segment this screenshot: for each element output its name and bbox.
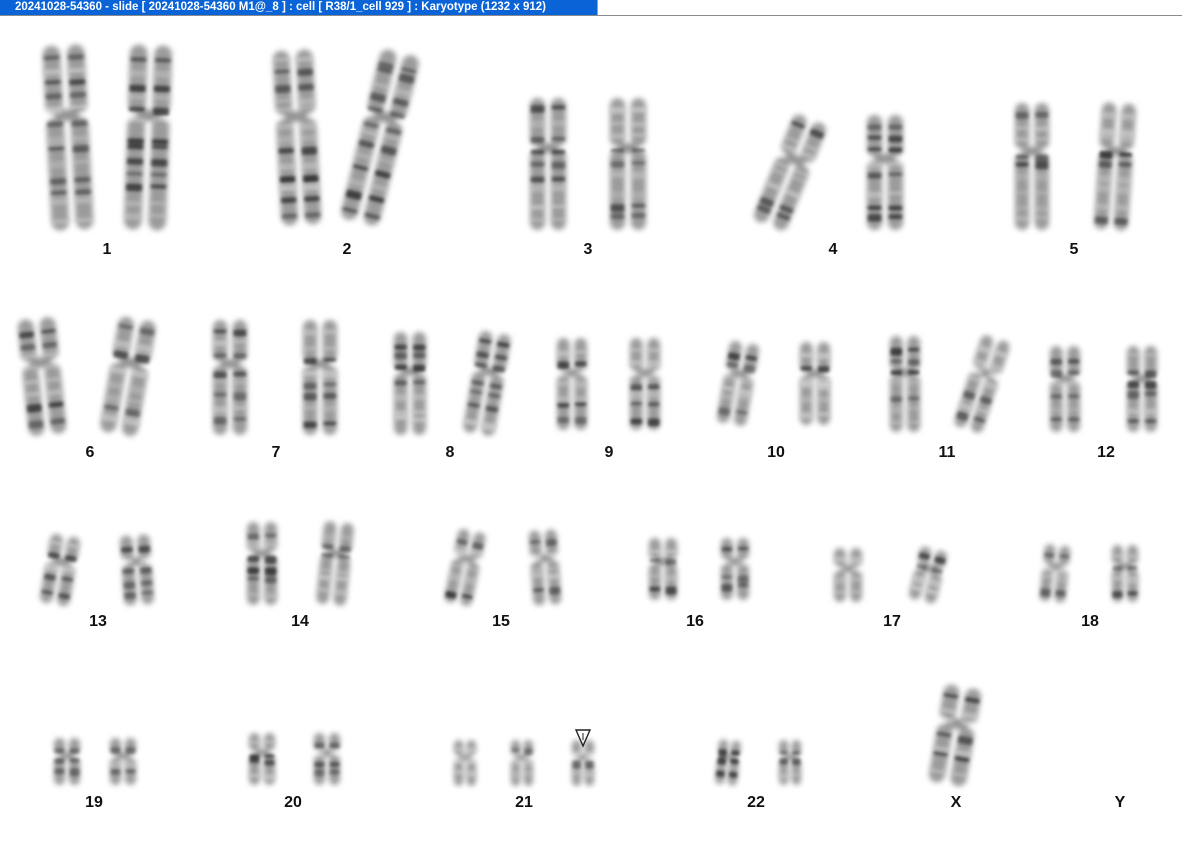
chromosome-label-4: 4 bbox=[829, 241, 838, 258]
chromosome-22-2 bbox=[779, 740, 801, 785]
chromosome-4-2 bbox=[867, 115, 903, 230]
chromosome-11-2 bbox=[954, 335, 1010, 433]
chromosome-label-13: 13 bbox=[89, 613, 107, 630]
chromosome-label-9: 9 bbox=[605, 444, 614, 461]
chromosome-label-y: Y bbox=[1115, 794, 1126, 811]
chromosome-18-1 bbox=[1039, 544, 1071, 603]
chromosome-16-2 bbox=[721, 538, 749, 600]
chromosome-7-2 bbox=[303, 320, 337, 435]
chromosome-14-2 bbox=[316, 521, 354, 606]
chromosome-label-1: 1 bbox=[103, 241, 112, 258]
chromosome-13-1 bbox=[40, 533, 80, 607]
chromosome-10-1 bbox=[717, 341, 759, 426]
chromosome-label-x: X bbox=[951, 794, 962, 811]
chromosome-label-6: 6 bbox=[86, 444, 95, 461]
chromosome-label-10: 10 bbox=[767, 444, 785, 461]
chromosome-9-2 bbox=[630, 338, 660, 430]
chromosome-15-1 bbox=[444, 529, 486, 606]
chromosome-label-7: 7 bbox=[272, 444, 281, 461]
chromosome-18-2 bbox=[1112, 545, 1138, 602]
chromosome-label-16: 16 bbox=[686, 613, 704, 630]
chromosome-3-2 bbox=[610, 98, 646, 230]
chromosome-22-1 bbox=[715, 739, 741, 786]
chromosome-9-1 bbox=[557, 338, 587, 430]
chromosome-label-22: 22 bbox=[747, 794, 765, 811]
chromosome-x-1 bbox=[928, 684, 982, 787]
chromosome-2-2 bbox=[341, 49, 419, 226]
chromosome-label-2: 2 bbox=[343, 241, 352, 258]
chromosome-11-1 bbox=[890, 336, 920, 432]
chromosome-label-21: 21 bbox=[515, 794, 533, 811]
chromosome-17-1 bbox=[834, 548, 862, 602]
chromosome-21-2 bbox=[511, 740, 533, 786]
chromosome-4-1 bbox=[754, 114, 826, 231]
chromosome-5-1 bbox=[1015, 103, 1049, 230]
chromosome-7-1 bbox=[213, 320, 247, 435]
chromosome-8-2 bbox=[463, 331, 511, 436]
chromosome-label-18: 18 bbox=[1081, 613, 1099, 630]
chromosome-17-2 bbox=[909, 546, 947, 604]
chromosome-label-5: 5 bbox=[1070, 241, 1079, 258]
chromosome-3-1 bbox=[530, 98, 566, 230]
chromosome-label-8: 8 bbox=[446, 444, 455, 461]
chromosome-6-2 bbox=[100, 316, 156, 437]
chromosome-1-1 bbox=[42, 44, 94, 231]
chromosome-20-2 bbox=[314, 733, 340, 785]
chromosome-20-1 bbox=[249, 733, 275, 785]
chromosome-10-2 bbox=[800, 342, 830, 425]
chromosome-label-11: 11 bbox=[939, 444, 956, 461]
chromosome-15-2 bbox=[528, 529, 562, 606]
chromosome-14-1 bbox=[247, 522, 277, 605]
chromosome-12-1 bbox=[1050, 346, 1080, 432]
chromosome-13-2 bbox=[120, 534, 154, 606]
chromosome-6-1 bbox=[17, 317, 67, 436]
chromosome-label-15: 15 bbox=[492, 613, 510, 630]
chromosome-16-1 bbox=[649, 538, 677, 600]
chromosome-19-1 bbox=[54, 738, 80, 785]
chromosome-label-14: 14 bbox=[291, 613, 309, 630]
chromosome-19-2 bbox=[110, 738, 136, 785]
karyotype-panel: 1 2 3 4 56 7 8 9 10 11 1213 14 15 16 17 1819 20 21 22 X Y bbox=[17, 44, 1157, 811]
chromosome-label-3: 3 bbox=[584, 241, 593, 258]
chromosome-8-1 bbox=[394, 332, 426, 435]
chromosome-21-1 bbox=[454, 740, 476, 786]
chromosome-label-20: 20 bbox=[284, 794, 302, 811]
window-title[interactable]: 20241028-54360 - slide [ 20241028-54360 … bbox=[0, 0, 598, 15]
chromosome-label-12: 12 bbox=[1097, 444, 1115, 461]
chromosome-2-1 bbox=[272, 49, 322, 226]
chromosome-label-17: 17 bbox=[883, 613, 901, 630]
chromosome-1-2 bbox=[124, 44, 172, 231]
chromosome-12-2 bbox=[1127, 346, 1157, 432]
chromosome-5-2 bbox=[1094, 102, 1136, 231]
chromosome-label-19: 19 bbox=[85, 794, 103, 811]
